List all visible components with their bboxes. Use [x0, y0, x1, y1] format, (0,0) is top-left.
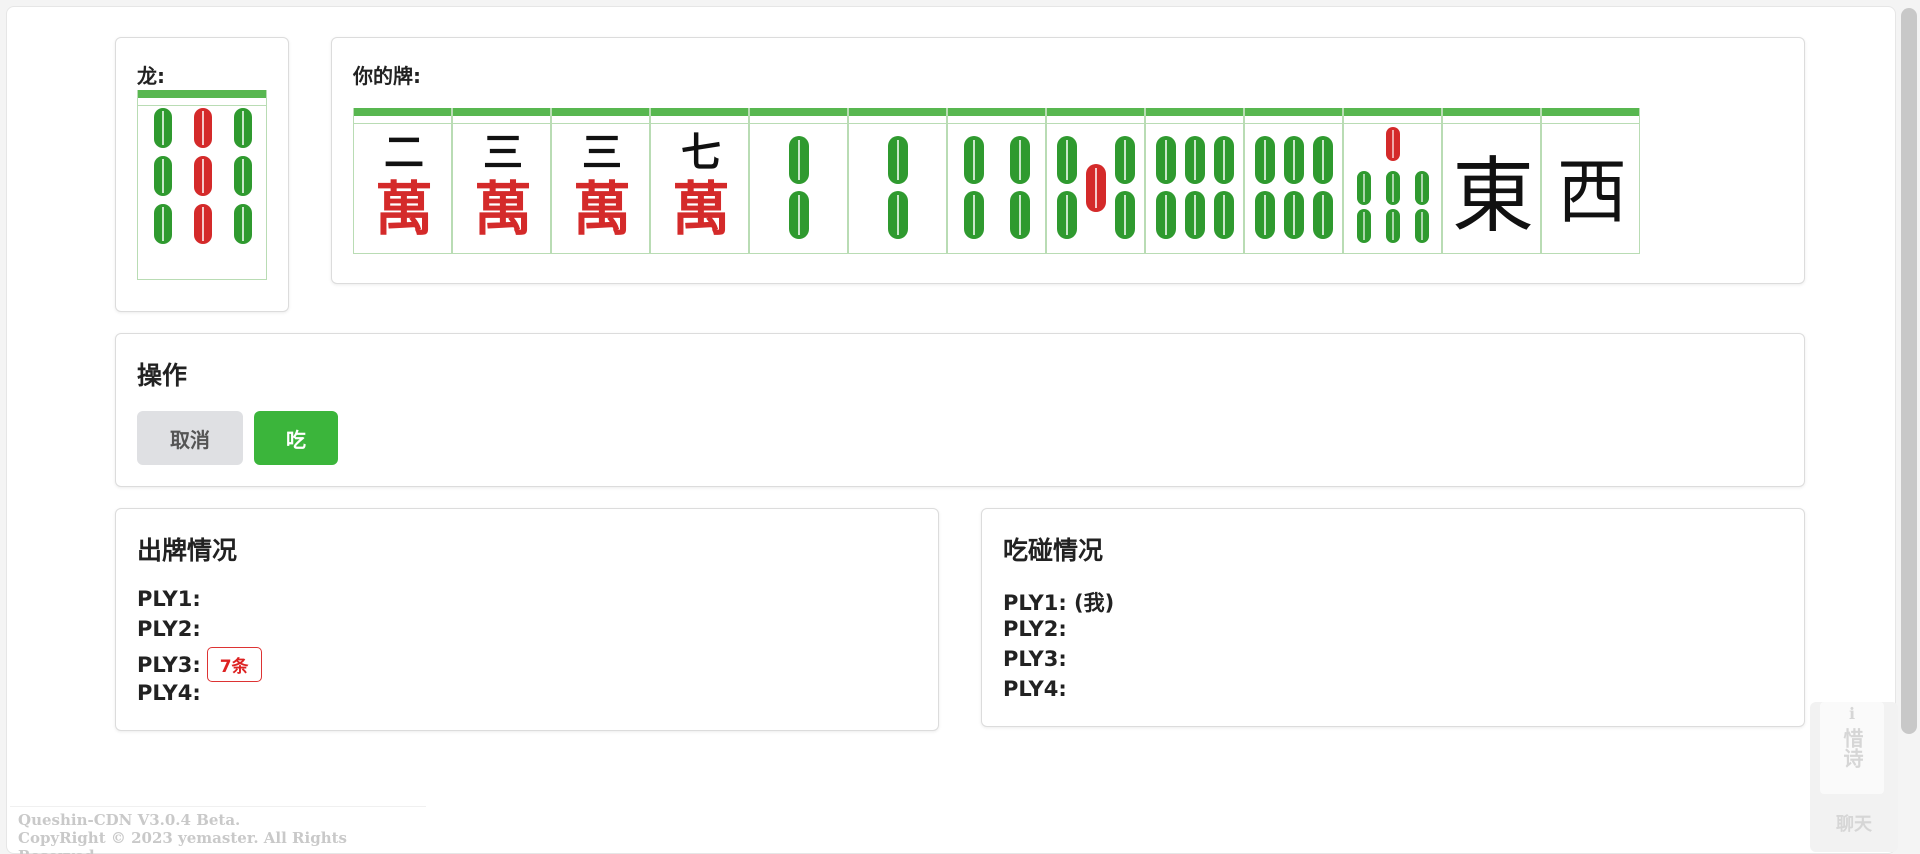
bamboo-4-icon	[964, 136, 1030, 239]
player-label: PLY1: (我)	[1003, 591, 1115, 615]
hand-tile-tiao-2[interactable]	[749, 108, 848, 254]
hand-label: 你的牌:	[353, 64, 421, 88]
poem-text: 惜诗	[1840, 728, 1864, 768]
player-label: PLY3:	[137, 652, 201, 677]
player-label: PLY1:	[137, 587, 201, 611]
svg-text:七: 七	[681, 129, 721, 176]
discards-title: 出牌情况	[137, 536, 238, 565]
footer-copyright: CopyRight © 2023 yemaster. All Rights Re…	[18, 829, 347, 854]
footer: Queshin-CDN V3.0.4 Beta. CopyRight © 202…	[10, 806, 426, 854]
svg-text:萬: 萬	[474, 175, 532, 243]
svg-text:東: 東	[1452, 149, 1534, 244]
side-widget[interactable]: ℹ 惜诗 聊天	[1810, 702, 1898, 852]
east-wind-icon: 東	[1452, 149, 1534, 244]
melds-card: 吃碰情况 PLY1: (我) PLY2: PLY3: PLY4:	[981, 508, 1805, 727]
dragon-label: 龙:	[137, 64, 165, 88]
svg-text:萬: 萬	[375, 175, 433, 243]
info-icon: ℹ	[1848, 704, 1856, 723]
discard-row-ply3: PLY3: 7条	[137, 647, 262, 682]
chi-button[interactable]: 吃	[254, 411, 338, 465]
poem-widget[interactable]: ℹ 惜诗	[1820, 702, 1884, 794]
hand-tile-east[interactable]: 東	[1442, 108, 1541, 254]
footer-version: Queshin-CDN V3.0.4 Beta.	[18, 811, 241, 829]
player-label: PLY3:	[1003, 647, 1067, 671]
svg-text:三: 三	[582, 129, 622, 176]
hand-tiles: 二 萬 三 萬 三 萬 七 萬 東 西	[353, 108, 1640, 254]
hand-tile-tiao-6[interactable]	[1145, 108, 1244, 254]
hand-tile-wan-3[interactable]: 三 萬	[452, 108, 551, 254]
svg-text:西: 西	[1557, 151, 1627, 233]
hand-tile-tiao-4[interactable]	[947, 108, 1046, 254]
player-label: PLY4:	[1003, 677, 1067, 701]
meld-row-ply1: PLY1: (我)	[1003, 587, 1114, 617]
discard-row-ply2: PLY2:	[137, 617, 201, 641]
svg-text:三: 三	[483, 129, 523, 176]
west-wind-icon: 西	[1557, 151, 1627, 233]
discard-row-ply4: PLY4:	[137, 681, 201, 705]
svg-text:萬: 萬	[672, 175, 730, 243]
hand-tile-wan-7[interactable]: 七 萬	[650, 108, 749, 254]
svg-text:萬: 萬	[573, 175, 631, 243]
discarded-tile-tag: 7条	[206, 647, 262, 682]
player-label: PLY2:	[1003, 617, 1067, 641]
meld-row-ply3: PLY3:	[1003, 647, 1067, 671]
dragon-card: 龙:	[115, 37, 289, 312]
bamboo-6-icon	[1255, 136, 1333, 239]
hand-tile-wan-2[interactable]: 二 萬	[353, 108, 452, 254]
player-label: PLY2:	[137, 617, 201, 641]
player-label: PLY4:	[137, 681, 201, 705]
bamboo-5-icon	[1057, 136, 1135, 239]
actions-title: 操作	[137, 361, 188, 390]
cancel-button[interactable]: 取消	[137, 411, 243, 465]
character-3-icon: 三 萬	[474, 129, 532, 243]
bamboo-2-icon	[888, 136, 908, 239]
discards-card: 出牌情况 PLY1: PLY2: PLY3: 7条 PLY4:	[115, 508, 939, 731]
bamboo-7-icon	[1357, 127, 1429, 243]
melds-title: 吃碰情况	[1003, 536, 1104, 565]
character-2-icon: 二 萬	[375, 129, 433, 243]
bamboo-9-red-icon	[154, 108, 252, 244]
chat-button[interactable]: 聊天	[1810, 810, 1898, 836]
actions-card: 操作 取消 吃	[115, 333, 1805, 487]
bamboo-2-icon	[789, 136, 809, 239]
character-7-icon: 七 萬	[672, 129, 730, 243]
scrollbar[interactable]	[1896, 0, 1920, 854]
discard-row-ply1: PLY1:	[137, 587, 201, 611]
dragon-tile	[137, 90, 267, 280]
meld-row-ply4: PLY4:	[1003, 677, 1067, 701]
hand-card: 你的牌: 二 萬 三 萬 三 萬 七 萬 東 西	[331, 37, 1805, 284]
svg-text:二: 二	[384, 129, 424, 176]
hand-tile-tiao-6[interactable]	[1244, 108, 1343, 254]
bamboo-6-icon	[1156, 136, 1234, 239]
meld-row-ply2: PLY2:	[1003, 617, 1067, 641]
character-3-icon: 三 萬	[573, 129, 631, 243]
hand-tile-tiao-7[interactable]	[1343, 108, 1442, 254]
hand-tile-wan-3[interactable]: 三 萬	[551, 108, 650, 254]
hand-tile-west[interactable]: 西	[1541, 108, 1640, 254]
hand-tile-tiao-2[interactable]	[848, 108, 947, 254]
hand-tile-tiao-5[interactable]	[1046, 108, 1145, 254]
scrollbar-thumb[interactable]	[1901, 8, 1917, 734]
